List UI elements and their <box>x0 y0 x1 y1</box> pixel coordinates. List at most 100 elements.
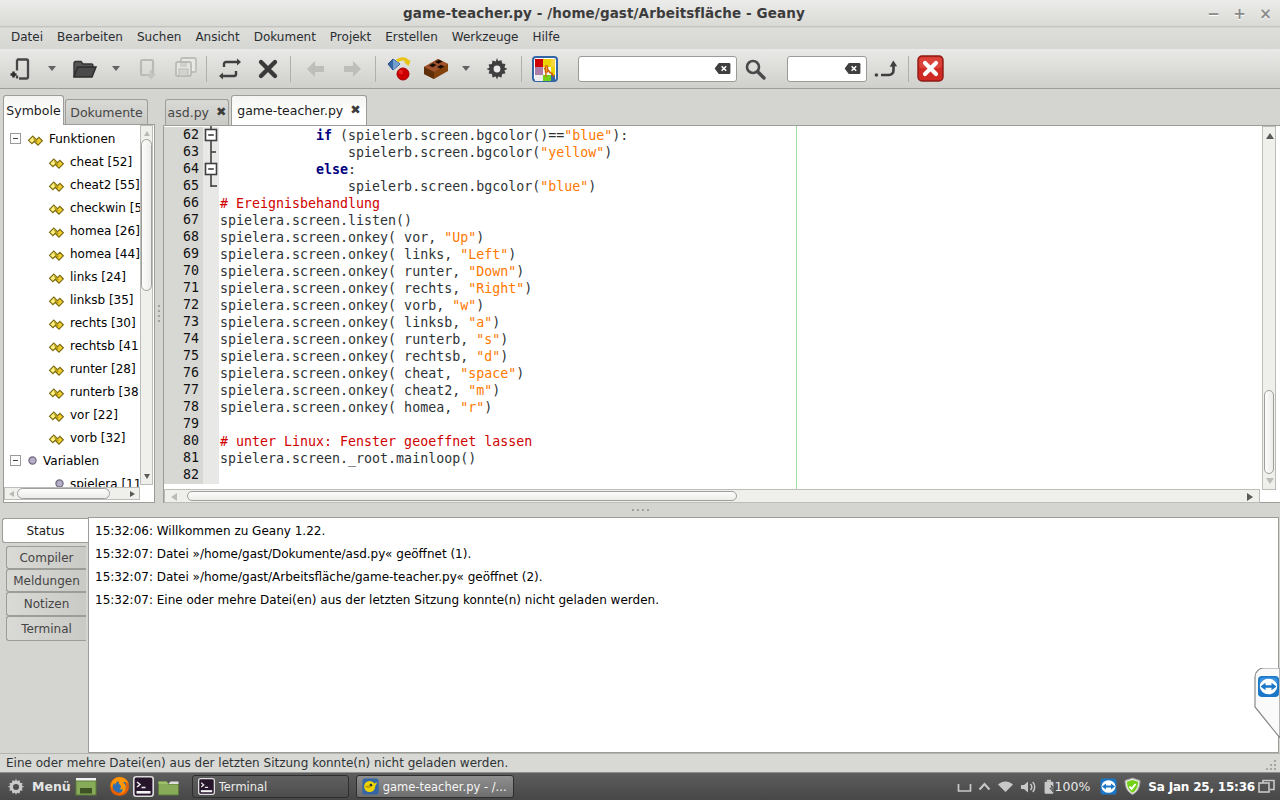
scroll-down-icon[interactable] <box>1266 478 1274 484</box>
taskbar-window-geany[interactable]: game-teacher.py - /... <box>356 775 514 798</box>
code-line-65[interactable]: spielerb.screen.bgcolor("blue") <box>164 178 1280 195</box>
panel-tab-notizen[interactable]: Notizen <box>6 592 86 616</box>
reload-button[interactable] <box>210 53 250 85</box>
tree-expander-icon[interactable] <box>10 133 21 144</box>
code-line-75[interactable]: spielera.screen.onkey( rechtsb, "d") <box>164 348 1280 365</box>
close-document-button[interactable] <box>250 53 286 85</box>
sidebar-hscrollbar[interactable] <box>4 487 140 500</box>
menu-werkzeuge[interactable]: Werkzeuge <box>445 30 526 48</box>
tree-item-funktionen[interactable]: Funktionen <box>4 127 140 150</box>
code-line-68[interactable]: spielera.screen.onkey( vor, "Up") <box>164 229 1280 246</box>
scroll-right-icon[interactable] <box>130 491 135 497</box>
code-editor[interactable]: 62 if (spielerb.screen.bgcolor()=="blue"… <box>163 125 1280 503</box>
code-line-64[interactable]: else: <box>164 161 1280 178</box>
new-document-dropdown[interactable] <box>38 53 66 85</box>
code-line-69[interactable]: spielera.screen.onkey( links, "Left") <box>164 246 1280 263</box>
maximize-button[interactable]: + <box>1231 5 1248 22</box>
search-input[interactable] <box>578 56 737 82</box>
tree-item-homea-26[interactable]: homea [26] <box>4 219 140 242</box>
menu-suchen[interactable]: Suchen <box>130 30 188 48</box>
code-line-81[interactable]: spielera.screen._root.mainloop() <box>164 450 1280 467</box>
code-line-70[interactable]: spielera.screen.onkey( runter, "Down") <box>164 263 1280 280</box>
code-line-71[interactable]: spielera.screen.onkey( rechts, "Right") <box>164 280 1280 297</box>
tree-item-variablen[interactable]: Variablen <box>4 449 140 472</box>
new-document-button[interactable] <box>4 53 38 85</box>
tree-item-links-24[interactable]: links [24] <box>4 265 140 288</box>
scroll-up-icon[interactable] <box>144 131 150 136</box>
code-line-74[interactable]: spielera.screen.onkey( runterb, "s") <box>164 331 1280 348</box>
show-desktop-button[interactable] <box>75 777 97 796</box>
menu-erstellen[interactable]: Erstellen <box>378 30 445 48</box>
tree-item-cheat-52[interactable]: cheat [52] <box>4 150 140 173</box>
sidebar-hscroll-thumb[interactable] <box>17 488 110 499</box>
window-titlebar[interactable]: game-teacher.py - /home/gast/Arbeitsfläc… <box>0 0 1280 27</box>
minimize-button[interactable]: − <box>1205 5 1222 22</box>
code-line-67[interactable]: spielera.screen.listen() <box>164 212 1280 229</box>
editor-vscroll-thumb[interactable] <box>1264 390 1274 474</box>
fold-markers[interactable] <box>203 126 219 206</box>
panel-tab-status[interactable]: Status <box>2 518 88 543</box>
open-document-dropdown[interactable] <box>102 53 130 85</box>
build-dropdown[interactable] <box>453 53 479 85</box>
menu-button[interactable]: Menü <box>6 777 71 797</box>
teamviewer-quick-panel[interactable] <box>1254 668 1280 738</box>
compile-button[interactable] <box>379 53 419 85</box>
clear-icon[interactable] <box>844 62 861 75</box>
open-document-button[interactable] <box>66 53 102 85</box>
editor-hscroll-thumb[interactable] <box>187 491 737 501</box>
code-line-80[interactable]: # unter Linux: Fenster geoeffnet lassen <box>164 433 1280 450</box>
find-button[interactable] <box>737 53 773 85</box>
save-all-button[interactable] <box>166 53 202 85</box>
menu-ansicht[interactable]: Ansicht <box>188 30 246 48</box>
tree-item-vorb-32[interactable]: vorb [32] <box>4 426 140 449</box>
close-tab-icon[interactable]: ✖ <box>216 106 226 119</box>
save-button[interactable] <box>130 53 166 85</box>
code-line-62[interactable]: if (spielerb.screen.bgcolor()=="blue"): <box>164 127 1280 144</box>
close-tab-icon[interactable]: ✖ <box>350 104 360 117</box>
code-line-72[interactable]: spielera.screen.onkey( vorb, "w") <box>164 297 1280 314</box>
tree-item-checkwin-5[interactable]: checkwin [5 <box>4 196 140 219</box>
navigate-forward-button[interactable] <box>336 53 368 85</box>
jump-to-line-button[interactable] <box>867 53 903 85</box>
taskbar-window-terminal[interactable]: Terminal <box>192 775 349 798</box>
clock[interactable]: Sa Jan 25, 15:36 <box>1148 780 1255 794</box>
build-button[interactable] <box>419 53 453 85</box>
teamviewer-tray-icon[interactable] <box>1100 778 1117 795</box>
color-chooser-button[interactable] <box>527 53 563 85</box>
volume-icon[interactable] <box>1020 780 1037 794</box>
sidebar-tab-symbole[interactable]: Symbole <box>3 95 64 125</box>
panel-tab-meldungen[interactable]: Meldungen <box>6 569 86 592</box>
editor-hscrollbar[interactable] <box>164 489 1260 503</box>
execute-button[interactable] <box>479 53 515 85</box>
code-line-73[interactable]: spielera.screen.onkey( linksb, "a") <box>164 314 1280 331</box>
goto-line-input[interactable] <box>787 56 867 82</box>
panel-splitter[interactable] <box>0 503 1280 517</box>
tree-item-runter-28[interactable]: runter [28] <box>4 357 140 380</box>
editor-tab-asd-py[interactable]: asd.py ✖ <box>165 99 229 125</box>
close-button[interactable]: × <box>1257 5 1274 22</box>
tree-item-homea-44[interactable]: homea [44] <box>4 242 140 265</box>
menu-hilfe[interactable]: Hilfe <box>526 30 567 48</box>
menu-dokument[interactable]: Dokument <box>247 30 323 48</box>
tree-item-cheat2-55[interactable]: cheat2 [55] <box>4 173 140 196</box>
wifi-icon[interactable] <box>997 780 1014 793</box>
code-line-77[interactable]: spielera.screen.onkey( cheat2, "m") <box>164 382 1280 399</box>
tree-item-linksb-35[interactable]: linksb [35] <box>4 288 140 311</box>
navigate-back-button[interactable] <box>296 53 336 85</box>
code-line-78[interactable]: spielera.screen.onkey( homea, "r") <box>164 399 1280 416</box>
code-line-66[interactable]: # Ereignisbehandlung <box>164 195 1280 212</box>
caret-up-icon[interactable] <box>978 782 991 791</box>
workspace-switcher-icon[interactable] <box>1258 779 1275 794</box>
scroll-down-icon[interactable] <box>144 474 150 479</box>
terminal-launcher[interactable] <box>133 776 154 797</box>
battery-indicator[interactable]: 100% <box>1043 779 1091 795</box>
tree-item-vor-22[interactable]: vor [22] <box>4 403 140 426</box>
scroll-left-icon[interactable] <box>9 491 14 497</box>
code-line-76[interactable]: spielera.screen.onkey( cheat, "space") <box>164 365 1280 382</box>
tree-expander-icon[interactable] <box>10 455 21 466</box>
menu-projekt[interactable]: Projekt <box>323 30 378 48</box>
menu-datei[interactable]: Datei <box>4 30 50 48</box>
file-manager-launcher[interactable] <box>157 777 180 797</box>
code-line-79[interactable] <box>164 416 1280 433</box>
window-list-icon[interactable] <box>957 780 972 793</box>
